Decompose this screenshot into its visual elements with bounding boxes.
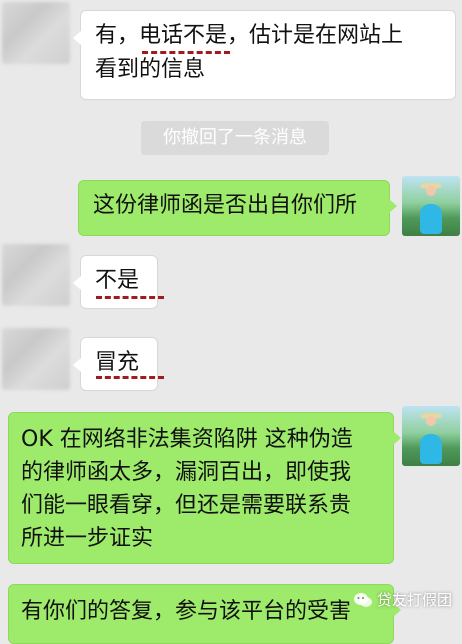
message-text: 所进一步证实 — [21, 526, 154, 551]
watermark-text: 贷友打假团 — [376, 591, 452, 609]
contact-avatar[interactable] — [2, 2, 70, 64]
recall-notice: 你撤回了一条消息 — [141, 121, 329, 155]
message-bubble-outgoing[interactable]: 有你们的答复，参与该平台的受害 — [8, 584, 401, 644]
message-bubble-incoming[interactable]: 有，电话不是，估计是在网站上 看到的信息 — [73, 10, 456, 100]
message-text: 冒充 — [95, 350, 140, 375]
annotation-underline — [96, 296, 164, 299]
message-text: 看到的信息 — [95, 57, 206, 82]
message-bubble-outgoing[interactable]: 这份律师函是否出自你们所 — [78, 180, 397, 236]
message-text: OK 在网络非法集资陷阱 这种伪造 — [21, 427, 353, 452]
user-avatar[interactable] — [402, 176, 460, 236]
message-bubble-incoming[interactable]: 冒充 — [73, 337, 158, 391]
message-text: 这份律师函是否出自你们所 — [93, 193, 358, 218]
message-bubble-incoming[interactable]: 不是 — [73, 255, 158, 309]
contact-avatar[interactable] — [2, 244, 70, 306]
watermark: 贷友打假团 — [353, 590, 452, 610]
message-text: 的律师函太多，漏洞百出，即使我 — [21, 460, 352, 485]
annotation-underline — [142, 51, 230, 54]
message-text: 有你们的答复，参与该平台的受害 — [21, 599, 352, 624]
message-bubble-outgoing[interactable]: OK 在网络非法集资陷阱 这种伪造 的律师函太多，漏洞百出，即使我 们能一眼看穿… — [8, 412, 401, 564]
message-text: 们能一眼看穿，但还是需要联系贵 — [21, 493, 352, 518]
user-avatar[interactable] — [402, 406, 460, 466]
wechat-icon — [353, 592, 373, 608]
message-text: 不是 — [95, 268, 140, 293]
message-text: 有，电话不是，估计是在网站上 — [95, 23, 404, 48]
annotation-underline — [96, 376, 164, 379]
contact-avatar[interactable] — [2, 328, 70, 390]
